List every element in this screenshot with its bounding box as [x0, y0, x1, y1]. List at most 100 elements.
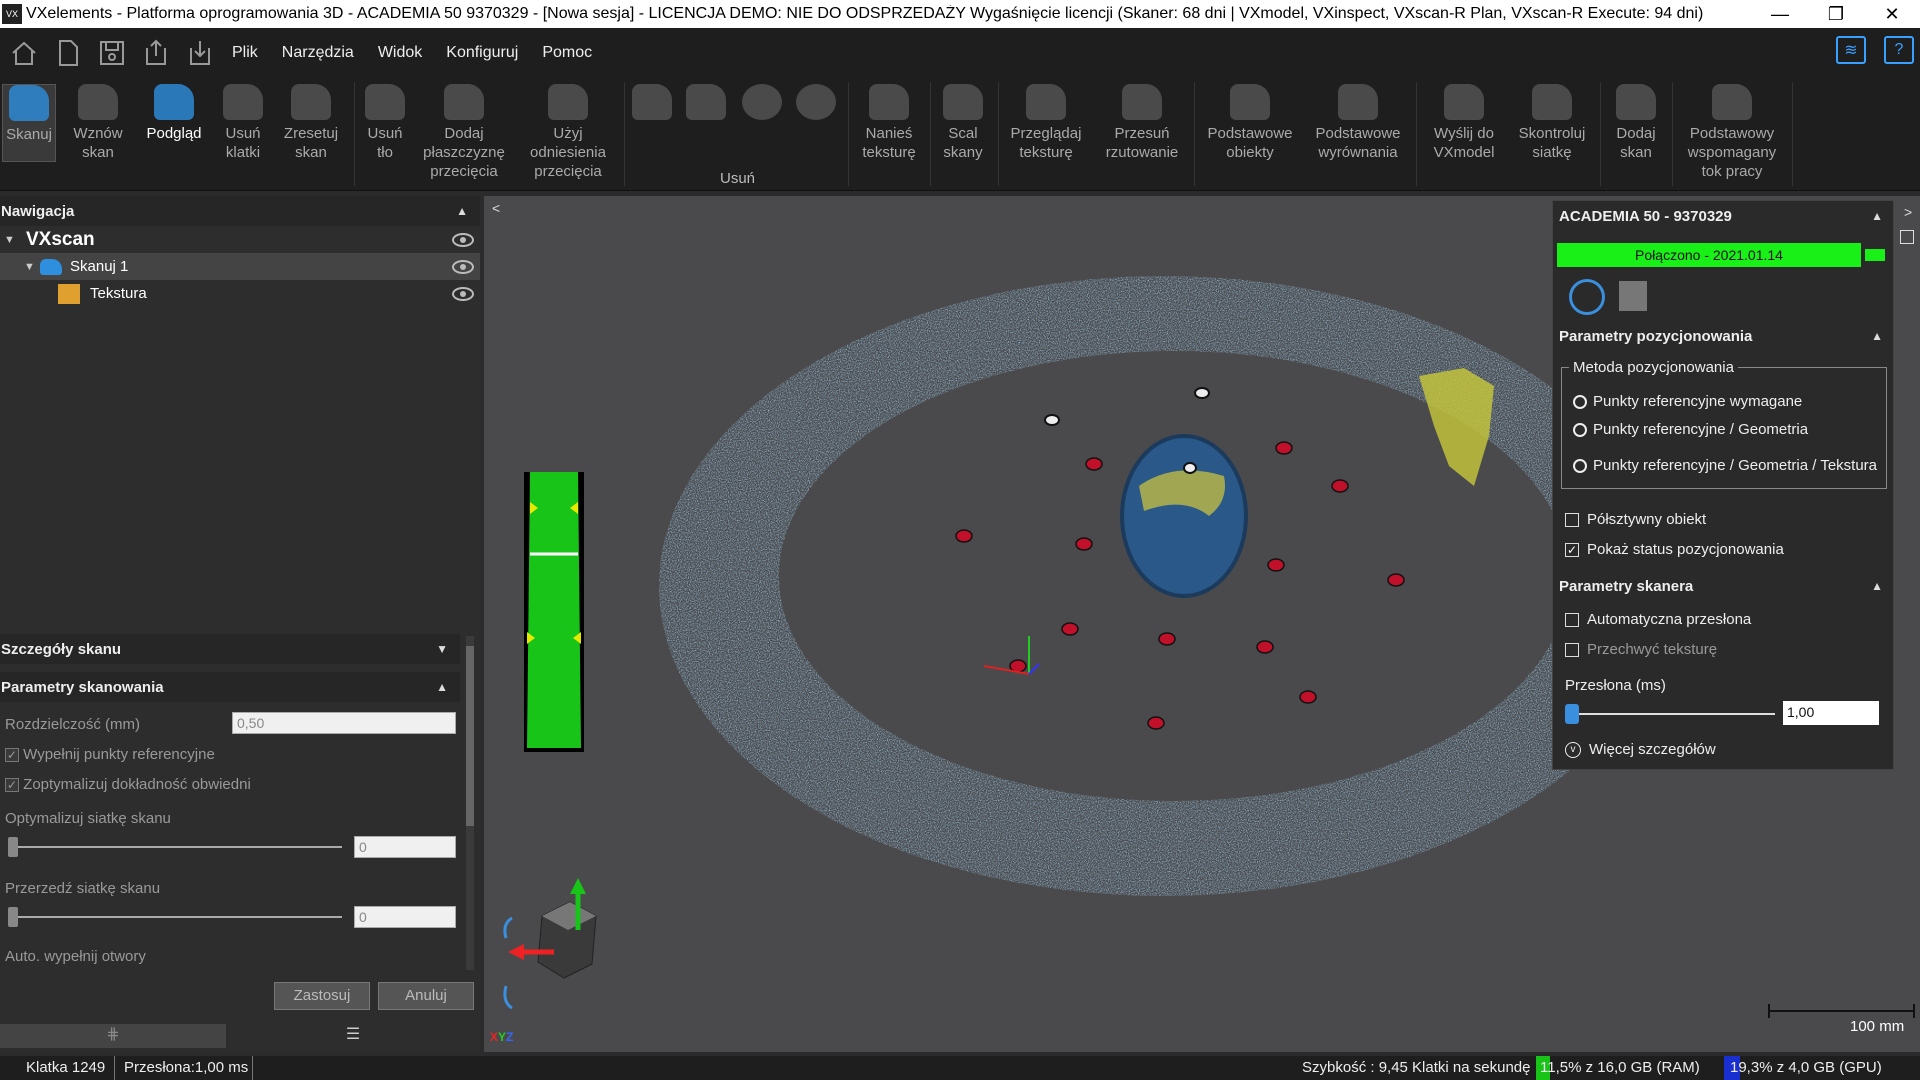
export-icon[interactable] [180, 33, 220, 73]
panel-toggle-icon[interactable] [1900, 230, 1914, 244]
home-icon[interactable] [4, 33, 44, 73]
fill-refs-row[interactable]: ✓ Wypełnij punkty referencyjne [5, 746, 215, 763]
checkbox[interactable] [1565, 612, 1579, 627]
checkbox[interactable]: ✓ [5, 748, 19, 763]
auto-shutter-row[interactable]: Automatyczna przesłona [1565, 611, 1751, 628]
preview-button[interactable]: Podgląd [140, 84, 208, 143]
visibility-eye-icon[interactable] [452, 286, 474, 301]
collapse-chevron-icon[interactable]: ▲ [436, 680, 448, 694]
collapse-chevron-icon[interactable]: ▲ [456, 204, 468, 218]
scanner-device-icon[interactable] [1619, 281, 1647, 311]
semi-rigid-row[interactable]: Półsztywny obiekt [1565, 511, 1706, 528]
tree-item-label: VXscan [26, 228, 95, 250]
scrollbar-thumb[interactable] [466, 646, 474, 826]
shutter-slider[interactable] [1569, 713, 1775, 715]
scanner-params-header[interactable]: Parametry skanera ▲ [1553, 571, 1893, 601]
guided-workflow-button[interactable]: Podstawowy wspomagany tok pracy [1680, 84, 1784, 181]
optimize-mesh-field[interactable]: 0 [354, 836, 456, 858]
decimate-mesh-slider-thumb[interactable] [8, 907, 18, 927]
merge-scans-button[interactable]: Scal skany [938, 84, 988, 162]
scanner-panel-header[interactable]: ACADEMIA 50 - 9370329 ▲ [1553, 201, 1893, 231]
scan-params-header[interactable]: Parametry skanowania ▲ [0, 672, 460, 702]
reset-scan-button[interactable]: Zresetuj skan [278, 84, 344, 162]
collapse-chevron-icon[interactable]: ▲ [1871, 209, 1883, 223]
wifi-icon[interactable]: ≋ [1836, 36, 1866, 64]
method-option-geometry[interactable]: Punkty referencyjne / Geometria [1573, 421, 1808, 438]
tree-view-tab[interactable]: ⋕ [0, 1024, 226, 1048]
basic-alignment-button[interactable]: Podstawowe wyrównania [1308, 84, 1408, 162]
menu-plik[interactable]: Plik [220, 44, 270, 62]
menu-widok[interactable]: Widok [366, 44, 434, 62]
more-details-toggle[interactable]: v Więcej szczegółów [1565, 741, 1716, 758]
radio[interactable] [1573, 422, 1587, 437]
resume-scan-button[interactable]: Wznów skan [62, 84, 134, 162]
show-status-row[interactable]: ✓ Pokaż status pozycjonowania [1565, 541, 1784, 558]
capture-texture-row[interactable]: Przechwyć teksturę [1565, 641, 1717, 658]
collapse-chevron-icon[interactable]: ▲ [1871, 579, 1883, 593]
add-scan-button[interactable]: Dodaj skan [1608, 84, 1664, 162]
positioning-params-header[interactable]: Parametry pozycjonowania ▲ [1553, 321, 1893, 351]
menu-konfiguruj[interactable]: Konfiguruj [434, 44, 530, 62]
checkbox[interactable]: ✓ [1565, 542, 1579, 557]
apply-texture-button[interactable]: Nanieś teksturę [856, 84, 922, 162]
use-cut-reference-button[interactable]: Użyj odniesienia przecięcia [520, 84, 616, 181]
close-button[interactable]: ✕ [1864, 4, 1920, 25]
new-file-icon[interactable] [48, 33, 88, 73]
radio[interactable] [1573, 394, 1587, 409]
optimize-mesh-slider-thumb[interactable] [8, 837, 18, 857]
list-view-tab[interactable]: ☰ [230, 1024, 476, 1048]
remove-tool-2-button[interactable] [686, 84, 726, 124]
optimize-accuracy-row[interactable]: ✓ Zoptymalizuj dokładność obwiedni [5, 776, 251, 793]
add-cut-plane-button[interactable]: Dodaj płaszczyznę przecięcia [418, 84, 510, 181]
expand-chevron-icon[interactable]: ▼ [4, 234, 26, 246]
scan-button[interactable]: Skanuj [2, 84, 56, 162]
check-mesh-button[interactable]: Skontroluj siatkę [1512, 84, 1592, 162]
disconnect-icon[interactable] [1865, 249, 1885, 261]
checkbox[interactable]: ✓ [5, 778, 19, 793]
decimate-mesh-field[interactable]: 0 [354, 906, 456, 928]
basic-entities-button[interactable]: Podstawowe obiekty [1202, 84, 1298, 162]
shutter-slider-thumb[interactable] [1565, 704, 1579, 724]
import-icon[interactable] [136, 33, 176, 73]
cancel-button[interactable]: Anuluj [378, 982, 474, 1010]
minimize-button[interactable]: — [1752, 4, 1808, 25]
shutter-field[interactable]: 1,00 [1783, 701, 1879, 725]
tree-item-scan-1[interactable]: ▼ Skanuj 1 [0, 253, 480, 280]
expand-chevron-icon[interactable]: ▼ [24, 261, 40, 273]
expand-right-panel-icon[interactable]: > [1904, 204, 1912, 220]
visibility-eye-icon[interactable] [452, 259, 474, 274]
delete-frames-button[interactable]: Usuń klatki [214, 84, 272, 162]
browse-texture-button[interactable]: Przeglądaj teksturę [1004, 84, 1088, 162]
decimate-mesh-slider[interactable] [10, 916, 342, 918]
remove-tool-1-button[interactable] [632, 84, 672, 124]
scrollbar[interactable] [466, 636, 474, 970]
checkbox[interactable] [1565, 642, 1579, 657]
remove-background-button[interactable]: Usuń tło [360, 84, 410, 162]
navigation-header[interactable]: Nawigacja ▲ [0, 196, 480, 226]
remove-tool-3-button[interactable] [742, 84, 782, 124]
menu-pomoc[interactable]: Pomoc [530, 44, 604, 62]
collapse-left-panel-icon[interactable]: < [492, 200, 500, 216]
save-icon[interactable] [92, 33, 132, 73]
scanner-positioning-icon[interactable] [1569, 279, 1605, 315]
help-icon[interactable]: ? [1884, 36, 1914, 64]
move-projection-button[interactable]: Przesuń rzutowanie [1100, 84, 1184, 162]
menu-narzedzia[interactable]: Narzędzia [270, 44, 366, 62]
tree-item-texture[interactable]: Tekstura [0, 280, 480, 307]
collapse-chevron-icon[interactable]: ▲ [1871, 329, 1883, 343]
visibility-eye-icon[interactable] [452, 232, 474, 247]
resolution-field[interactable]: 0,50 [232, 712, 456, 734]
send-to-vxmodel-button[interactable]: Wyślij do VXmodel [1424, 84, 1504, 162]
apply-button[interactable]: Zastosuj [274, 982, 370, 1010]
radio[interactable] [1573, 458, 1587, 473]
remove-group-label: Usuń [720, 170, 756, 187]
tree-item-vxscan[interactable]: ▼ VXscan [0, 226, 480, 253]
method-option-required[interactable]: Punkty referencyjne wymagane [1573, 393, 1802, 410]
scan-details-header[interactable]: Szczegóły skanu ▼ [0, 634, 460, 664]
method-option-texture[interactable]: Punkty referencyjne / Geometria / Tekstu… [1573, 457, 1877, 474]
remove-tool-4-button[interactable] [796, 84, 836, 124]
expand-chevron-icon[interactable]: ▼ [436, 642, 448, 656]
optimize-mesh-slider[interactable] [10, 846, 342, 848]
checkbox[interactable] [1565, 512, 1579, 527]
restore-button[interactable]: ❐ [1808, 4, 1864, 25]
